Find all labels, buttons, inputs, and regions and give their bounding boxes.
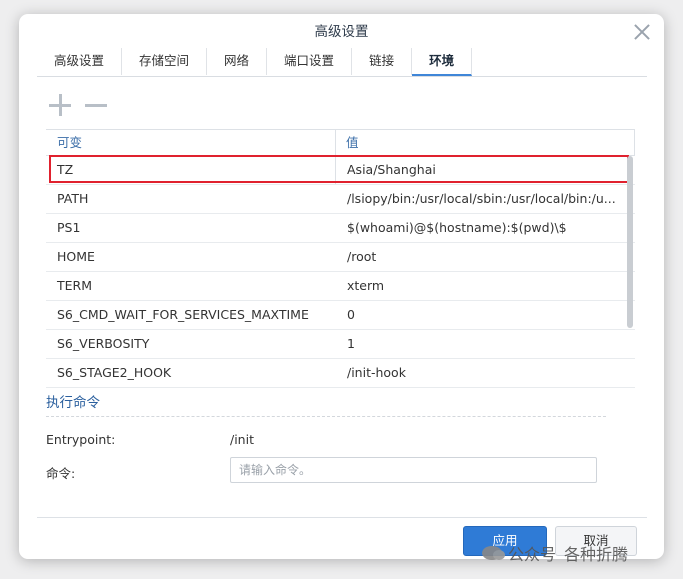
- command-label: 命令:: [46, 466, 76, 481]
- advanced-settings-dialog: 高级设置 高级设置 存储空间 网络 端口设置 链接 环境 可变 值 TZ Asi…: [19, 14, 664, 559]
- table-row[interactable]: PATH /lsiopy/bin:/usr/local/sbin:/usr/lo…: [46, 185, 635, 214]
- exec-command-section: 执行命令: [46, 392, 606, 417]
- env-var-value: 1: [347, 336, 355, 351]
- tab-bar: 高级设置 存储空间 网络 端口设置 链接 环境: [37, 48, 647, 77]
- env-var-name: S6_VERBOSITY: [57, 336, 150, 351]
- watermark: 公众号 各种折腾: [482, 540, 628, 566]
- plus-icon[interactable]: [49, 94, 71, 116]
- watermark-text-2: 各种折腾: [564, 545, 629, 564]
- env-var-name: TERM: [57, 278, 93, 293]
- env-var-name: S6_CMD_WAIT_FOR_SERVICES_MAXTIME: [57, 307, 309, 322]
- table-row[interactable]: HOME /root: [46, 243, 635, 272]
- env-var-value: /root: [347, 249, 377, 264]
- column-header-value[interactable]: 值: [336, 130, 635, 155]
- dialog-title: 高级设置: [314, 24, 369, 40]
- entrypoint-label: Entrypoint:: [46, 432, 116, 447]
- table-row[interactable]: S6_CMD_WAIT_FOR_SERVICES_MAXTIME 0: [46, 301, 635, 330]
- env-var-value: xterm: [347, 278, 385, 293]
- footer-divider: [37, 517, 647, 518]
- close-icon[interactable]: [634, 24, 650, 40]
- env-var-name: TZ: [46, 156, 336, 184]
- tab-environment[interactable]: 环境: [412, 48, 473, 76]
- wechat-icon: [482, 546, 505, 560]
- table-row[interactable]: S6_VERBOSITY 1: [46, 330, 635, 359]
- env-var-value: /lsiopy/bin:/usr/local/sbin:/usr/local/b…: [347, 191, 616, 206]
- tab-advanced[interactable]: 高级设置: [37, 48, 123, 75]
- table-row[interactable]: TZ Asia/Shanghai: [46, 156, 635, 185]
- minus-icon[interactable]: [85, 104, 107, 107]
- env-var-value: 0: [347, 307, 355, 322]
- tab-links[interactable]: 链接: [352, 48, 413, 75]
- env-var-value: /init-hook: [347, 365, 406, 380]
- grid-scrollbar[interactable]: [625, 154, 635, 404]
- scrollbar-thumb[interactable]: [627, 156, 633, 328]
- tab-network[interactable]: 网络: [207, 48, 268, 75]
- env-variable-grid: 可变 值 TZ Asia/Shanghai PATH /lsiopy/bin:/…: [46, 129, 635, 388]
- tab-port-settings[interactable]: 端口设置: [267, 48, 353, 75]
- command-input[interactable]: [230, 457, 597, 483]
- env-var-value: Asia/Shanghai: [347, 162, 436, 177]
- column-header-variable[interactable]: 可变: [46, 130, 336, 155]
- env-var-name: PATH: [57, 191, 89, 206]
- section-title: 执行命令: [46, 395, 100, 411]
- table-row[interactable]: PS1 $(whoami)@$(hostname):$(pwd)\$: [46, 214, 635, 243]
- watermark-text-1: 公众号: [508, 545, 557, 564]
- env-var-value: $(whoami)@$(hostname):$(pwd)\$: [347, 220, 567, 235]
- table-row[interactable]: TERM xterm: [46, 272, 635, 301]
- env-var-name: HOME: [57, 249, 95, 264]
- tab-storage[interactable]: 存储空间: [122, 48, 208, 75]
- grid-header: 可变 值: [46, 129, 635, 156]
- env-var-name: S6_STAGE2_HOOK: [57, 365, 172, 380]
- title-bar: 高级设置: [19, 14, 664, 48]
- entrypoint-value: /init: [230, 432, 254, 447]
- table-row[interactable]: S6_STAGE2_HOOK /init-hook: [46, 359, 635, 388]
- env-var-name: PS1: [57, 220, 81, 235]
